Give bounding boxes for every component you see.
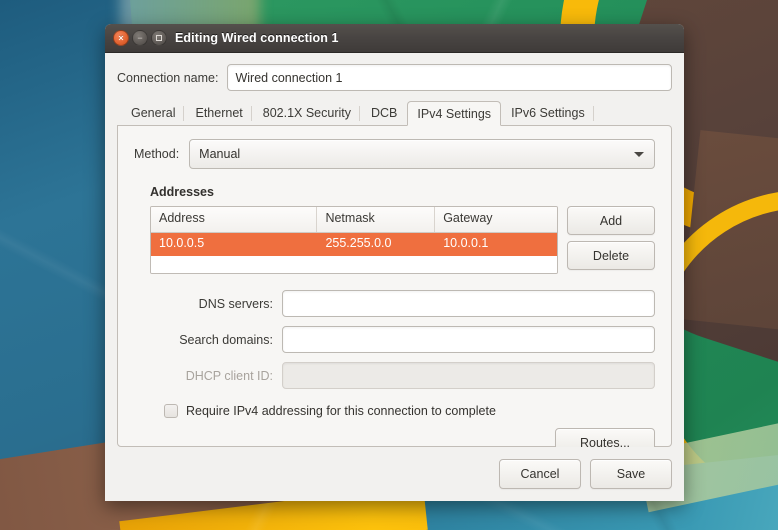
dhcp-client-id-row: DHCP client ID: — [134, 362, 655, 389]
window-controls: × − — [113, 30, 167, 46]
minimize-icon[interactable]: − — [132, 30, 148, 46]
table-row[interactable]: 10.0.0.5 255.255.0.0 10.0.0.1 — [151, 233, 557, 256]
connection-name-input[interactable]: Wired connection 1 — [227, 64, 672, 91]
addresses-table[interactable]: Address Netmask Gateway 10.0.0.5 255.255… — [150, 206, 558, 274]
dns-servers-input[interactable] — [282, 290, 655, 317]
desktop-background: × − Editing Wired connection 1 Connectio… — [0, 0, 778, 530]
ipv4-settings-page: Method: Manual Addresses Address Netmask… — [117, 125, 672, 457]
close-icon[interactable]: × — [113, 30, 129, 46]
search-domains-label: Search domains: — [179, 332, 273, 347]
connection-name-label: Connection name: — [117, 70, 219, 85]
dns-servers-label: DNS servers: — [198, 296, 273, 311]
require-ipv4-row[interactable]: Require IPv4 addressing for this connect… — [134, 404, 655, 418]
require-ipv4-checkbox[interactable] — [164, 404, 178, 418]
add-button[interactable]: Add — [567, 206, 655, 235]
cell-gateway[interactable]: 10.0.0.1 — [435, 233, 557, 256]
settings-tabs: General Ethernet 802.1X Security DCB IPv… — [117, 100, 672, 126]
method-dropdown[interactable]: Manual — [189, 139, 655, 169]
search-domains-row: Search domains: — [134, 326, 655, 353]
tab-ipv4-settings[interactable]: IPv4 Settings — [407, 101, 502, 126]
tab-ipv6-settings[interactable]: IPv6 Settings — [501, 100, 595, 125]
cell-netmask[interactable]: 255.255.0.0 — [317, 233, 435, 256]
dhcp-client-id-label: DHCP client ID: — [185, 368, 273, 383]
tab-ethernet[interactable]: Ethernet — [185, 100, 253, 125]
table-header-row: Address Netmask Gateway — [151, 207, 557, 233]
tab-8021x-security[interactable]: 802.1X Security — [253, 100, 361, 125]
tab-general[interactable]: General — [121, 100, 185, 125]
editing-connection-dialog: × − Editing Wired connection 1 Connectio… — [105, 24, 684, 501]
save-button[interactable]: Save — [590, 459, 672, 489]
column-header-netmask[interactable]: Netmask — [317, 207, 436, 232]
title-bar[interactable]: × − Editing Wired connection 1 — [105, 24, 684, 53]
chevron-down-icon — [634, 152, 644, 157]
window-title: Editing Wired connection 1 — [175, 31, 339, 45]
column-header-address[interactable]: Address — [151, 207, 318, 232]
search-domains-input[interactable] — [282, 326, 655, 353]
column-header-gateway[interactable]: Gateway — [435, 207, 557, 232]
address-action-buttons: Add Delete — [567, 206, 655, 274]
require-ipv4-label: Require IPv4 addressing for this connect… — [186, 404, 496, 418]
maximize-icon[interactable] — [151, 30, 167, 46]
cell-address[interactable]: 10.0.0.5 — [151, 233, 317, 256]
delete-button[interactable]: Delete — [567, 241, 655, 270]
cancel-button[interactable]: Cancel — [499, 459, 581, 489]
dialog-action-bar: Cancel Save — [105, 447, 684, 501]
method-selected-value: Manual — [199, 147, 241, 161]
connection-name-row: Connection name: Wired connection 1 — [117, 62, 672, 100]
method-row: Method: Manual — [134, 139, 655, 169]
dhcp-client-id-input — [282, 362, 655, 389]
dialog-body: Connection name: Wired connection 1 Gene… — [105, 53, 684, 457]
table-empty-space — [151, 256, 557, 273]
addresses-area: Address Netmask Gateway 10.0.0.5 255.255… — [150, 206, 655, 274]
method-label: Method: — [134, 147, 180, 161]
dns-servers-row: DNS servers: — [134, 290, 655, 317]
tab-dcb[interactable]: DCB — [361, 100, 407, 125]
addresses-section-title: Addresses — [150, 185, 214, 199]
